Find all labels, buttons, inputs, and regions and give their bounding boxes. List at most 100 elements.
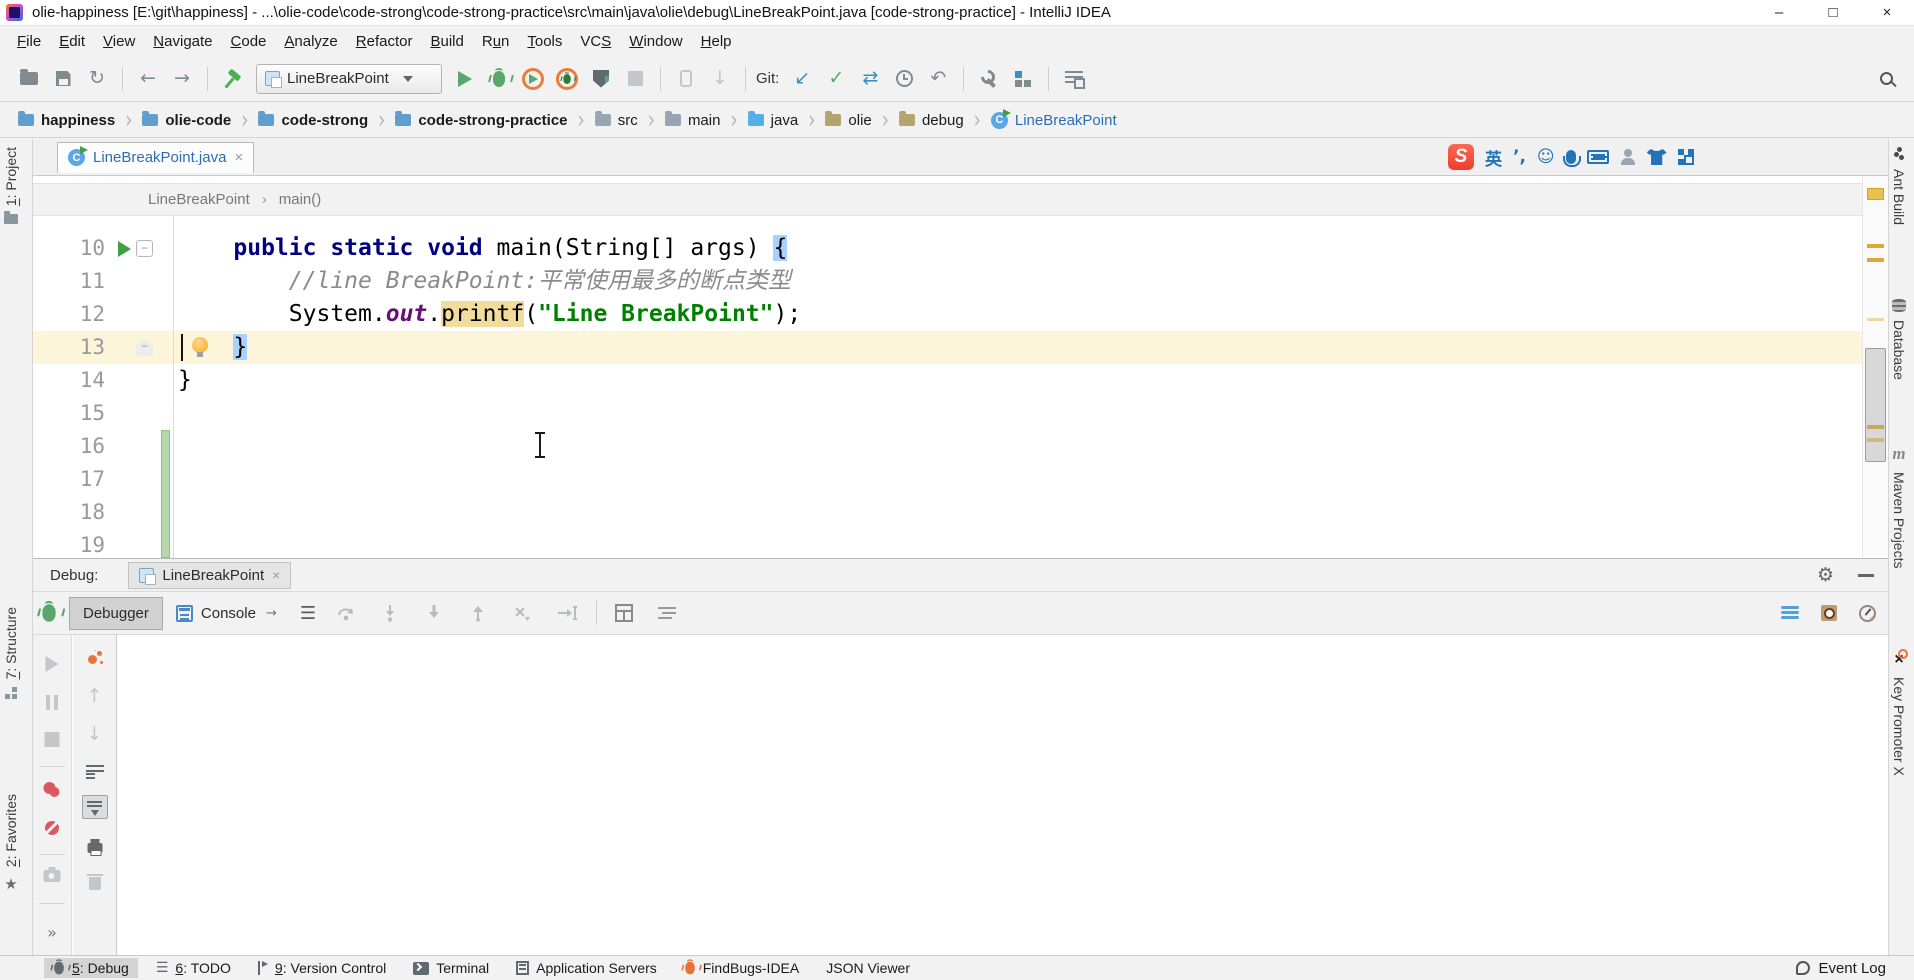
line-number[interactable]: 19: [33, 529, 105, 558]
down-stack-trace-icon[interactable]: ↓: [87, 725, 103, 744]
menu-edit[interactable]: Edit: [50, 30, 94, 53]
warning-stripe-mark[interactable]: [1867, 258, 1884, 262]
list-settings-icon[interactable]: [1060, 65, 1088, 93]
save-icon[interactable]: [49, 65, 77, 93]
line-number[interactable]: 12: [33, 298, 105, 331]
menu-window[interactable]: Window: [620, 30, 691, 53]
ime-account-icon[interactable]: [1620, 149, 1636, 165]
event-log-button[interactable]: Event Log: [1796, 960, 1886, 977]
path-crumb-olie[interactable]: olie: [821, 112, 875, 129]
run-with-profiler-button[interactable]: [587, 65, 615, 93]
git-update-icon[interactable]: ↙: [788, 65, 816, 93]
scroll-to-end-icon[interactable]: [82, 795, 108, 819]
line-number[interactable]: 11: [33, 265, 105, 298]
settings-wrench-icon[interactable]: [975, 65, 1003, 93]
menu-run[interactable]: Run: [473, 30, 519, 53]
tool-button-database[interactable]: Database: [1891, 299, 1907, 380]
menu-view[interactable]: View: [94, 30, 144, 53]
inspection-status-square[interactable]: [1867, 188, 1884, 200]
ime-microphone-icon[interactable]: [1566, 150, 1576, 164]
layout-settings-icon[interactable]: [657, 605, 677, 621]
console-tab[interactable]: Console →: [163, 597, 290, 630]
statusbar-item-6-todo[interactable]: ☰6: TODO: [147, 958, 240, 978]
statusbar-item-json-viewer[interactable]: JSON Viewer: [817, 958, 919, 978]
hotswap-dots-icon[interactable]: [87, 650, 103, 666]
hide-panel-icon[interactable]: [1858, 574, 1874, 577]
line-number[interactable]: 14: [33, 364, 105, 397]
line-number[interactable]: 16: [33, 430, 105, 463]
tool-button-2-favorites[interactable]: 2: Favorites★: [3, 794, 19, 893]
ime-toolbox-icon[interactable]: [1678, 149, 1694, 165]
update-application-icon[interactable]: ↓: [706, 65, 734, 93]
breadcrumb-class[interactable]: LineBreakPoint: [148, 191, 250, 208]
debug-with-jrebel-button[interactable]: [553, 65, 581, 93]
menu-vcs[interactable]: VCS: [571, 30, 620, 53]
camera-icon[interactable]: [44, 870, 61, 882]
warning-stripe-mark[interactable]: [1867, 318, 1884, 321]
menu-code[interactable]: Code: [222, 30, 276, 53]
step-into-icon[interactable]: [380, 604, 400, 622]
force-step-into-icon[interactable]: [424, 604, 444, 622]
tab-close-icon[interactable]: ×: [234, 149, 243, 166]
profiler-gauge-icon[interactable]: [1859, 605, 1876, 622]
build-hammer-icon[interactable]: [219, 65, 247, 93]
menu-refactor[interactable]: Refactor: [347, 30, 422, 53]
debug-session-tab[interactable]: LineBreakPoint ×: [128, 562, 291, 589]
git-commit-icon[interactable]: ✓: [822, 65, 850, 93]
run-to-cursor-icon[interactable]: [556, 604, 578, 622]
stop-process-icon[interactable]: [45, 732, 60, 747]
menu-tools[interactable]: Tools: [518, 30, 571, 53]
run-configuration-selector[interactable]: LineBreakPoint: [256, 64, 442, 94]
rollback-icon[interactable]: ↶: [924, 65, 952, 93]
evaluate-expression-icon[interactable]: [615, 604, 633, 622]
path-crumb-olie-code[interactable]: olie-code: [138, 112, 235, 129]
ime-keyboard-icon[interactable]: [1587, 150, 1609, 164]
statusbar-item-terminal[interactable]: Terminal: [404, 958, 498, 978]
soft-wrap-icon[interactable]: [86, 765, 104, 779]
menu-file[interactable]: File: [8, 30, 50, 53]
git-merge-icon[interactable]: ⇄: [856, 65, 884, 93]
session-close-icon[interactable]: ×: [272, 567, 280, 583]
tool-button-7-structure[interactable]: 7: Structure: [3, 607, 19, 699]
statusbar-item-application-servers[interactable]: Application Servers: [507, 958, 666, 978]
ime-emoji-icon[interactable]: ☺: [1537, 147, 1555, 167]
editor-tab-linebreakpoint[interactable]: C LineBreakPoint.java ×: [57, 142, 254, 173]
path-crumb-code-strong[interactable]: code-strong: [254, 112, 372, 129]
more-actions-icon[interactable]: »: [47, 923, 57, 942]
tool-button-1-project[interactable]: 1: Project: [3, 147, 19, 224]
close-button[interactable]: ×: [1860, 0, 1914, 25]
path-crumb-happiness[interactable]: happiness: [14, 112, 119, 129]
menu-analyze[interactable]: Analyze: [275, 30, 346, 53]
path-crumb-debug[interactable]: debug: [895, 112, 968, 129]
maximize-button[interactable]: □: [1806, 0, 1860, 25]
pause-program-icon[interactable]: [46, 695, 58, 710]
drop-frame-icon[interactable]: [512, 604, 532, 622]
back-icon[interactable]: ←: [134, 65, 162, 93]
debug-settings-gear-icon[interactable]: ⚙: [1817, 566, 1834, 585]
line-number[interactable]: 15: [33, 397, 105, 430]
console-content[interactable]: » ↑ ↓: [33, 635, 1888, 956]
tool-button-maven-projects[interactable]: mMaven Projects: [1891, 444, 1907, 568]
statusbar-item-findbugs-idea[interactable]: FindBugs-IDEA: [675, 958, 808, 978]
minimize-button[interactable]: –: [1752, 0, 1806, 25]
line-number[interactable]: 18: [33, 496, 105, 529]
ime-skin-icon[interactable]: [1647, 149, 1667, 165]
show-execution-point-icon[interactable]: ☰: [300, 603, 316, 624]
line-number[interactable]: 17: [33, 463, 105, 496]
run-line-icon[interactable]: [118, 241, 131, 257]
breadcrumb-method[interactable]: main(): [279, 191, 322, 208]
warning-stripe-mark[interactable]: [1867, 244, 1884, 248]
sync-icon[interactable]: ↻: [83, 65, 111, 93]
code-editor[interactable]: 10− public static void main(String[] arg…: [33, 176, 1888, 558]
statusbar-item-9-version-control[interactable]: 9: Version Control: [249, 958, 395, 978]
path-crumb-java[interactable]: java: [744, 112, 803, 129]
project-structure-icon[interactable]: [1009, 65, 1037, 93]
stop-button[interactable]: [621, 65, 649, 93]
search-everywhere-icon[interactable]: [1872, 65, 1900, 93]
tool-button-key-promoter-x[interactable]: ×Key Promoter X: [1891, 651, 1907, 776]
sogou-ime-icon[interactable]: S: [1448, 144, 1474, 170]
ime-language-icon[interactable]: 英: [1485, 145, 1502, 170]
statusbar-item-5-debug[interactable]: 5: Debug: [44, 958, 138, 978]
attach-debugger-icon[interactable]: [672, 65, 700, 93]
forward-icon[interactable]: →: [168, 65, 196, 93]
